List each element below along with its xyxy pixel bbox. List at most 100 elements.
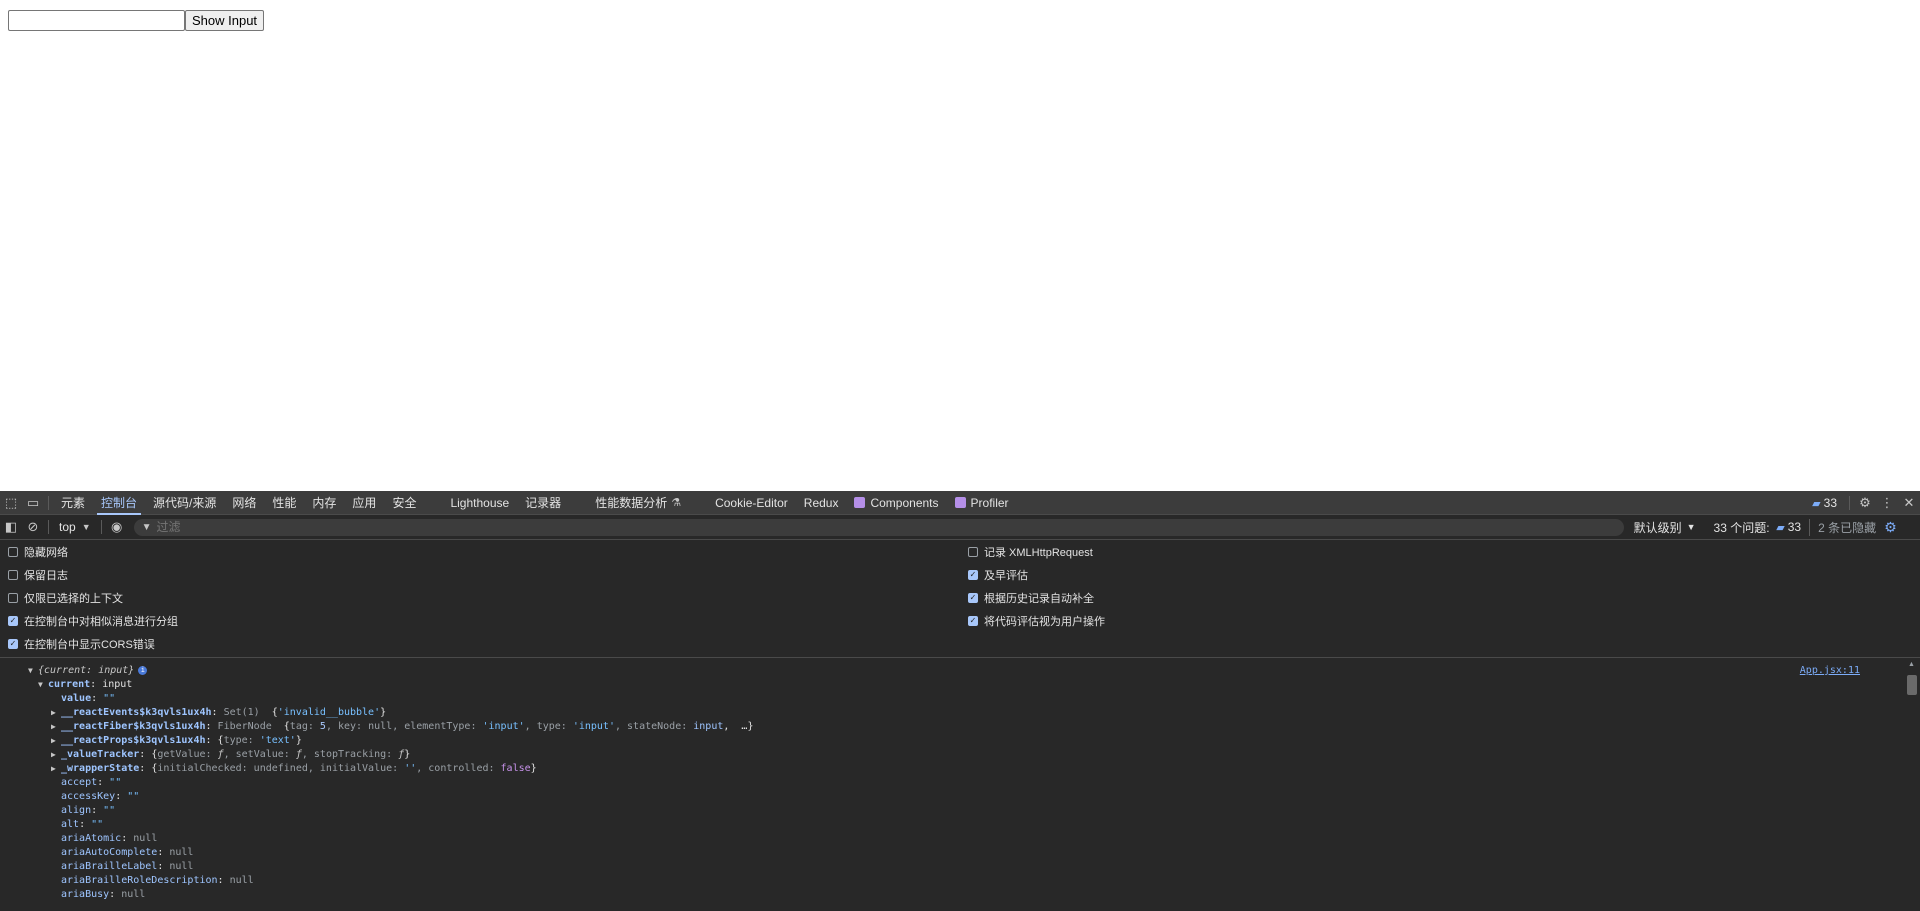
setting-log-xhr[interactable]: 记录 XMLHttpRequest (968, 543, 1093, 561)
scrollbar-thumb[interactable] (1907, 675, 1917, 695)
setting-label: 及早评估 (984, 570, 1028, 582)
tab-lighthouse[interactable]: Lighthouse (442, 491, 517, 515)
issues-badge[interactable]: ▰ 33 (1804, 496, 1845, 510)
tree-row-prop: ariaAtomic: null (61, 832, 158, 844)
tree-row-react-props[interactable]: ▶ __reactProps$k3qvls1ux4h: {type: 'text… (51, 733, 302, 747)
issues-badge-count: 33 (1823, 496, 1837, 510)
expand-triangle-icon[interactable]: ▶ (51, 736, 61, 745)
filter-input[interactable] (156, 520, 1357, 534)
hidden-messages-count: 2 条已隐藏 (1809, 518, 1876, 536)
setting-preserve-log[interactable]: 保留日志 (8, 566, 68, 584)
tab-profiler[interactable]: Profiler (947, 491, 1017, 515)
tab-network[interactable]: 网络 (224, 491, 264, 515)
setting-label: 仅限已选择的上下文 (24, 593, 123, 605)
issues-count-button[interactable]: 33 个问题: ▰ 33 (1714, 519, 1802, 536)
show-input-button[interactable]: Show Input (185, 10, 265, 31)
checkbox-checked[interactable]: ✓ (8, 639, 18, 649)
setting-label: 隐藏网络 (24, 547, 68, 559)
settings-gear-icon[interactable]: ⚙ (1854, 491, 1876, 515)
text-input[interactable] (8, 10, 185, 31)
sidebar-toggle-icon[interactable]: ◧ (0, 515, 22, 539)
tabbar-right: ▰ 33 ⚙ ⋮ ✕ (1804, 491, 1920, 515)
tree-row-react-fiber[interactable]: ▶ __reactFiber$k3qvls1ux4h: FiberNode {t… (51, 719, 753, 733)
prop-key: __reactEvents$k3qvls1ux4h (61, 706, 212, 718)
prop-key: ariaBrailleLabel (61, 860, 158, 872)
tab-elements[interactable]: 元素 (53, 491, 93, 515)
tab-sources[interactable]: 源代码/来源 (145, 491, 224, 515)
prop-value: 'input' (572, 720, 615, 732)
prop-value: null (229, 874, 254, 886)
setting-hide-network[interactable]: 隐藏网络 (8, 543, 68, 561)
prop-key: __reactProps$k3qvls1ux4h (61, 734, 206, 746)
console-settings-gear-icon[interactable]: ⚙ (1884, 519, 1897, 536)
prop-value: null (368, 720, 393, 732)
tab-console[interactable]: 控制台 (93, 491, 145, 515)
flask-icon: ⚗ (671, 497, 682, 509)
close-icon[interactable]: ✕ (1898, 491, 1920, 515)
prop-key: _wrapperState (61, 762, 140, 774)
tab-performance-insights[interactable]: 性能数据分析 ⚗ (587, 491, 689, 515)
prop-value: "" (103, 692, 116, 704)
expand-triangle-icon[interactable]: ▶ (51, 722, 61, 731)
devtools-tabbar: ⬚ ▭ 元素 控制台 源代码/来源 网络 性能 内存 应用 安全 Lightho… (0, 491, 1920, 515)
tree-row-wrapper-state[interactable]: ▶ _wrapperState: {initialChecked: undefi… (51, 761, 537, 775)
inspect-element-icon[interactable]: ⬚ (0, 491, 22, 515)
tab-label: 元素 (61, 496, 86, 510)
live-expression-eye-icon[interactable]: ◉ (106, 515, 128, 539)
clear-console-icon[interactable]: ⊘ (22, 515, 44, 539)
tab-label: 控制台 (101, 496, 138, 510)
expand-triangle-icon[interactable]: ▼ (38, 680, 48, 689)
tab-recorder[interactable]: 记录器 (517, 491, 569, 515)
checkbox-checked[interactable]: ✓ (8, 616, 18, 626)
tab-components[interactable]: Components (846, 491, 946, 515)
tab-label: 安全 (392, 496, 417, 510)
separator (48, 520, 49, 534)
tab-redux[interactable]: Redux (796, 491, 847, 515)
tab-security[interactable]: 安全 (384, 491, 424, 515)
setting-treat-eval-user-action[interactable]: ✓ 将代码评估视为用户操作 (968, 612, 1105, 630)
setting-selected-context-only[interactable]: 仅限已选择的上下文 (8, 589, 123, 607)
tree-row-prop: ariaBrailleRoleDescription: null (61, 874, 254, 886)
separator (1849, 496, 1850, 510)
tree-row-react-events[interactable]: ▶ __reactEvents$k3qvls1ux4h: Set(1) {'in… (51, 705, 386, 719)
expand-triangle-icon[interactable]: ▼ (28, 666, 38, 675)
prop-value: null (169, 860, 194, 872)
checkbox-checked[interactable]: ✓ (968, 570, 978, 580)
setting-eager-evaluation[interactable]: ✓ 及早评估 (968, 566, 1028, 584)
scroll-up-arrow-icon[interactable]: ▲ (1908, 661, 1915, 668)
tab-performance[interactable]: 性能 (264, 491, 304, 515)
prop-key: ariaAutoComplete (61, 846, 158, 858)
more-options-icon[interactable]: ⋮ (1876, 491, 1898, 515)
tree-row-current[interactable]: ▼ current: input (38, 677, 132, 691)
context-select[interactable]: top ▼ (53, 520, 97, 534)
tab-application[interactable]: 应用 (344, 491, 384, 515)
expand-triangle-icon[interactable]: ▶ (51, 750, 61, 759)
checkbox-checked[interactable]: ✓ (968, 593, 978, 603)
info-icon[interactable]: i (138, 665, 148, 675)
expand-triangle-icon[interactable]: ▶ (51, 764, 61, 773)
tab-label: 记录器 (525, 496, 562, 510)
checkbox[interactable] (8, 570, 18, 580)
expand-triangle-icon[interactable]: ▶ (51, 708, 61, 717)
device-toolbar-icon[interactable]: ▭ (22, 491, 44, 515)
tab-memory[interactable]: 内存 (304, 491, 344, 515)
tree-row-value-tracker[interactable]: ▶ _valueTracker: {getValue: ƒ, setValue:… (51, 747, 410, 761)
tab-label: Components (870, 495, 939, 510)
setting-label: 将代码评估视为用户操作 (984, 616, 1105, 628)
setting-show-cors-errors[interactable]: ✓ 在控制台中显示CORS错误 (8, 635, 155, 653)
tab-cookie-editor[interactable]: Cookie-Editor (707, 491, 796, 515)
prop-value: false (500, 762, 531, 774)
checkbox[interactable] (8, 593, 18, 603)
console-scrollbar[interactable]: ▲ (1904, 659, 1920, 911)
setting-group-similar[interactable]: ✓ 在控制台中对相似消息进行分组 (8, 612, 178, 630)
prop-value: null (133, 832, 158, 844)
checkbox-checked[interactable]: ✓ (968, 616, 978, 626)
log-level-select[interactable]: 默认级别 ▼ (1634, 519, 1696, 536)
tree-row-prop: accessKey: "" (61, 790, 140, 802)
log-entry-root[interactable]: ▼ {current: input} i (28, 663, 148, 677)
setting-autocomplete-history[interactable]: ✓ 根据历史记录自动补全 (968, 589, 1094, 607)
source-link[interactable]: App.jsx:11 (1800, 665, 1860, 676)
checkbox[interactable] (8, 547, 18, 557)
prop-key: value (61, 692, 92, 704)
checkbox[interactable] (968, 547, 978, 557)
